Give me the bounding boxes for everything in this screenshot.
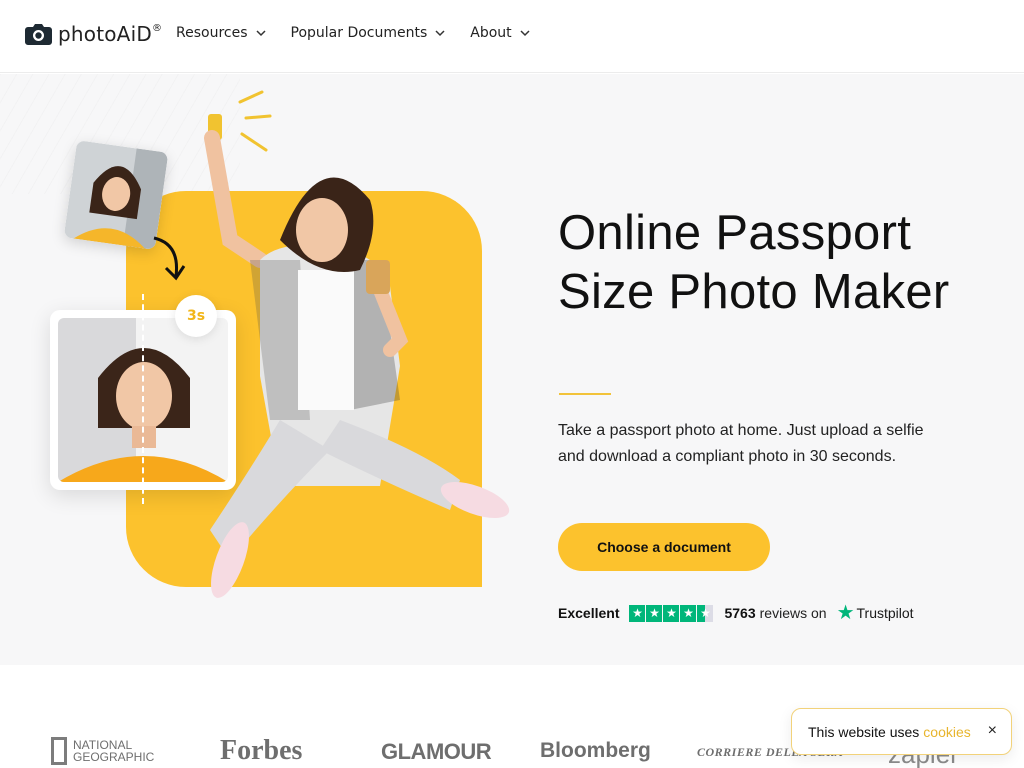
ng-frame-icon	[51, 737, 67, 765]
forbes-logo: Forbes	[220, 735, 303, 766]
rating-label: Excellent	[558, 605, 620, 621]
star-icon: ★	[629, 604, 646, 622]
chevron-down-icon	[520, 30, 530, 37]
nav-item-popular-documents[interactable]: Popular Documents	[291, 25, 446, 41]
star-icon: ★	[663, 604, 680, 622]
national-geographic-logo: NATIONAL GEOGRAPHIC	[51, 737, 155, 765]
chevron-down-icon	[255, 30, 266, 37]
jumping-woman-illustration	[204, 90, 510, 598]
site-header: photoAiD® Resources Popular Documents Ab…	[0, 0, 1024, 73]
star-icon: ★	[680, 604, 697, 622]
nav-item-label: About	[470, 25, 512, 41]
hero-section: 3s Online Passport Size Photo Maker Take…	[0, 74, 1024, 665]
reviews-count: 5763	[724, 605, 756, 621]
nav-item-label: Resources	[176, 25, 248, 41]
glamour-logo: GLAMOUR	[381, 739, 492, 764]
rating-stars: ★ ★ ★ ★ ★	[629, 604, 714, 622]
nav-item-label: Popular Documents	[290, 25, 428, 41]
trustpilot-name: Trustpilot	[856, 605, 914, 621]
trustpilot-star-icon: ★	[836, 602, 855, 624]
divider-dashed-line	[142, 294, 144, 504]
trustpilot-logo: ★ Trustpilot	[836, 602, 914, 624]
cookies-link[interactable]: cookies	[923, 724, 970, 740]
main-nav: Resources Popular Documents About	[176, 25, 555, 41]
reviews-text: reviews on	[759, 605, 827, 621]
brand-name: photoAiD®	[58, 22, 163, 46]
chevron-down-icon	[435, 30, 445, 37]
page-title: Online Passport Size Photo Maker	[558, 206, 950, 319]
brand-logo[interactable]: photoAiD®	[25, 22, 162, 46]
title-underline	[559, 393, 611, 395]
choose-document-button[interactable]: Choose a document	[558, 523, 770, 571]
bloomberg-logo: Bloomberg	[540, 739, 651, 762]
hero-description: Take a passport photo at home. Just uplo…	[558, 422, 924, 465]
logo-text: NATIONAL GEOGRAPHIC	[73, 738, 155, 764]
cookie-banner: This website uses cookies ×	[791, 708, 1012, 755]
star-icon: ★	[646, 604, 663, 622]
curved-arrow-icon	[153, 236, 186, 281]
half-star-icon: ★	[697, 604, 714, 622]
nav-item-about[interactable]: About	[470, 25, 530, 41]
nav-item-resources[interactable]: Resources	[176, 25, 266, 41]
camera-logo-icon	[25, 24, 52, 45]
trustpilot-rating[interactable]: Excellent ★ ★ ★ ★ ★ 5763 reviews on ★ Tr…	[558, 602, 914, 624]
cookie-text: This website uses	[808, 723, 920, 740]
close-icon[interactable]: ×	[988, 723, 997, 739]
